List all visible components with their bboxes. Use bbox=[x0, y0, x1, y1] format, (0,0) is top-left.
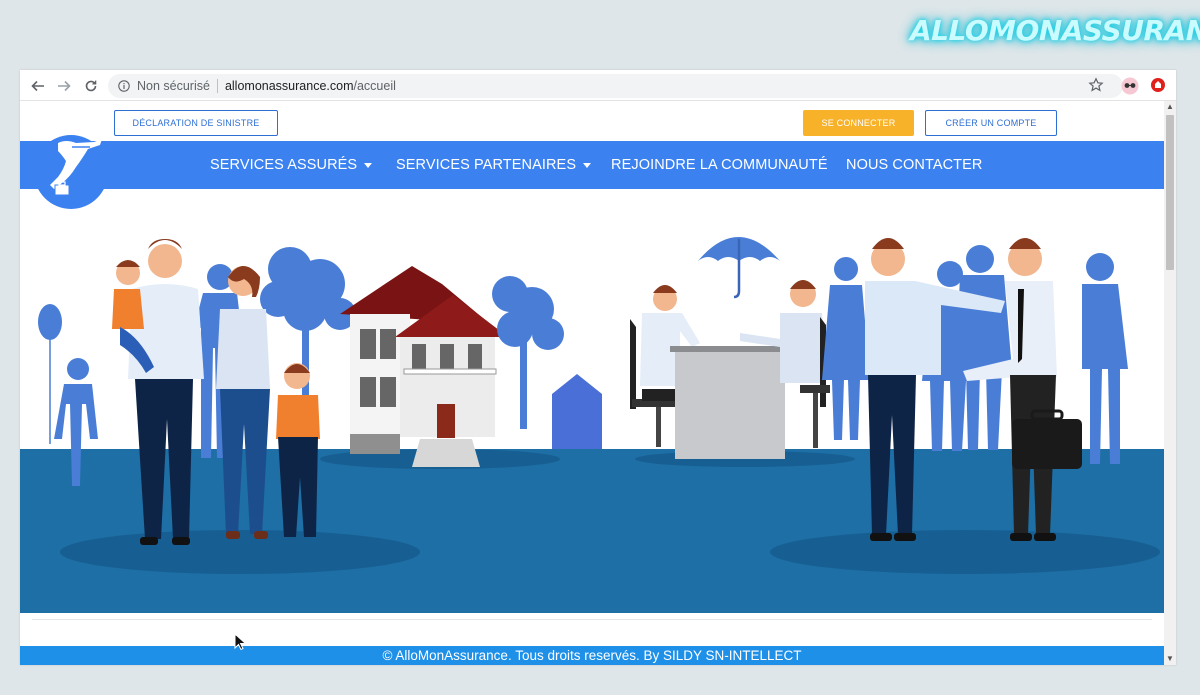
extension-shield-icon[interactable] bbox=[1150, 77, 1168, 95]
forward-icon[interactable] bbox=[54, 76, 74, 96]
nav-services-partenaires-label: SERVICES PARTENAIRES bbox=[396, 157, 577, 173]
browser-toolbar: Non sécurisé allomonassurance.com/accuei… bbox=[20, 70, 1176, 101]
back-icon[interactable] bbox=[28, 76, 48, 96]
section-divider bbox=[32, 619, 1152, 620]
signup-button[interactable]: CRÉER UN COMPTE bbox=[925, 110, 1057, 136]
address-bar[interactable]: Non sécurisé allomonassurance.com/accuei… bbox=[108, 74, 1123, 98]
footer-copyright: © AlloMonAssurance. Tous droits reservés… bbox=[382, 648, 802, 663]
umbrella-illustration bbox=[698, 237, 780, 299]
address-separator bbox=[216, 79, 218, 93]
login-button[interactable]: SE CONNECTER bbox=[803, 110, 914, 136]
nav-services-assures-label: SERVICES ASSURÉS bbox=[210, 157, 358, 173]
house-illustration bbox=[340, 266, 508, 467]
main-navbar: SERVICES ASSURÉS SERVICES PARTENAIRES RE… bbox=[20, 141, 1164, 189]
mouse-cursor-icon bbox=[234, 632, 247, 651]
url-path: /accueil bbox=[353, 79, 396, 93]
declaration-sinistre-button[interactable]: DÉCLARATION DE SINISTRE bbox=[114, 110, 278, 136]
reload-icon[interactable] bbox=[81, 76, 101, 96]
nav-services-partenaires[interactable]: SERVICES PARTENAIRES bbox=[396, 141, 592, 189]
browser-window: Non sécurisé allomonassurance.com/accuei… bbox=[20, 70, 1176, 665]
chevron-down-icon bbox=[583, 162, 592, 168]
office-meeting bbox=[630, 280, 830, 459]
nav-services-assures[interactable]: SERVICES ASSURÉS bbox=[210, 141, 373, 189]
star-bookmark-icon[interactable] bbox=[1088, 77, 1106, 95]
nav-rejoindre-communaute[interactable]: REJOINDRE LA COMMUNAUTÉ bbox=[611, 141, 828, 189]
chevron-down-icon bbox=[364, 162, 373, 168]
nav-nous-contacter[interactable]: NOUS CONTACTER bbox=[846, 141, 982, 189]
footer-bar: © AlloMonAssurance. Tous droits reservés… bbox=[20, 646, 1164, 665]
info-icon[interactable] bbox=[118, 80, 130, 92]
scroll-down-icon[interactable]: ▼ bbox=[1166, 655, 1174, 663]
extension-avatar-icon[interactable] bbox=[1121, 77, 1139, 95]
security-status: Non sécurisé bbox=[137, 79, 210, 93]
page-scrollbar[interactable]: ▲ ▼ bbox=[1164, 101, 1176, 665]
url-host: allomonassurance.com bbox=[224, 79, 354, 93]
brand-watermark: ALLOMONASSURANCE bbox=[910, 14, 1200, 47]
scroll-up-icon[interactable]: ▲ bbox=[1166, 103, 1174, 111]
hero-illustration bbox=[20, 189, 1164, 613]
web-page: DÉCLARATION DE SINISTRE SE CONNECTER CRÉ… bbox=[20, 101, 1164, 665]
scrollbar-thumb[interactable] bbox=[1166, 115, 1174, 270]
